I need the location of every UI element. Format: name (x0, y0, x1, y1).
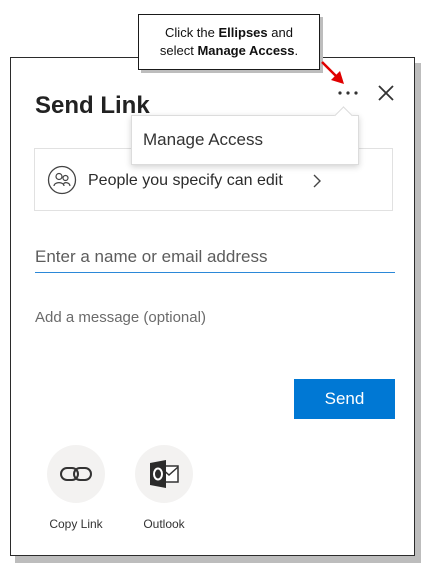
send-button[interactable]: Send (294, 379, 395, 419)
recipient-email-input[interactable] (35, 241, 395, 273)
callout-text-2: and (267, 25, 293, 40)
more-options-button[interactable] (333, 80, 363, 106)
message-input[interactable] (35, 304, 393, 330)
copy-link-circle (47, 445, 105, 503)
chevron-right-icon (313, 174, 321, 188)
send-link-dialog: Send Link Manage Access People you speci… (10, 57, 415, 556)
outlook-button[interactable]: Outlook (119, 445, 209, 531)
outlook-circle (135, 445, 193, 503)
copy-link-button[interactable]: Copy Link (31, 445, 121, 531)
link-icon (60, 467, 92, 481)
callout-text-3: select (159, 43, 198, 58)
outlook-icon (150, 460, 179, 488)
menu-item-manage-access[interactable]: Manage Access (143, 130, 263, 150)
instruction-callout: Click the Ellipses and select Manage Acc… (138, 14, 320, 70)
callout-text-4: . (294, 43, 299, 58)
ellipsis-icon (338, 91, 358, 95)
callout-bold-1: Ellipses (218, 25, 268, 40)
more-options-menu: Manage Access (131, 115, 359, 165)
callout-bold-2: Manage Access (197, 43, 295, 58)
people-icon (47, 165, 77, 195)
callout-text-1: Click the (165, 25, 219, 40)
copy-link-label: Copy Link (49, 517, 103, 531)
outlook-label: Outlook (143, 517, 185, 531)
close-icon (378, 85, 394, 101)
close-button[interactable] (373, 80, 399, 106)
permission-label: People you specify can edit (88, 172, 283, 189)
